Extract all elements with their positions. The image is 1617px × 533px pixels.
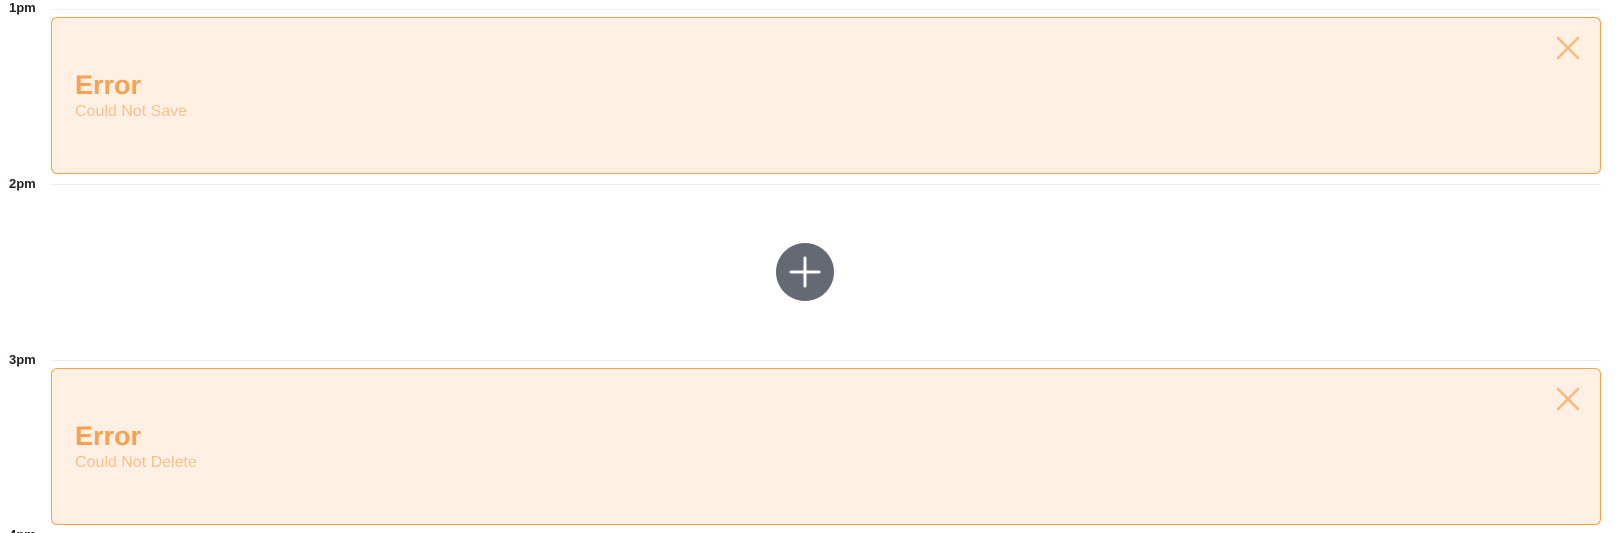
- hour-label-4pm: 4pm: [9, 528, 36, 533]
- close-icon[interactable]: [1554, 34, 1582, 62]
- hour-label-3pm: 3pm: [9, 352, 36, 367]
- event-subtitle: Could Not Delete: [75, 454, 197, 471]
- plus-icon: [789, 256, 821, 288]
- hour-label-2pm: 2pm: [9, 176, 36, 191]
- hour-label-1pm: 1pm: [9, 0, 36, 15]
- event-title: Error: [75, 70, 142, 100]
- event-title: Error: [75, 421, 142, 451]
- event-subtitle: Could Not Save: [75, 103, 188, 120]
- add-event-button[interactable]: [776, 243, 834, 301]
- hour-divider: [51, 360, 1601, 361]
- calendar-day-timeline: 1pm 2pm 3pm 4pm Error Could Not Save Err…: [0, 0, 1617, 533]
- hour-divider: [51, 184, 1601, 185]
- error-event-card[interactable]: Error Could Not Save: [51, 17, 1601, 174]
- error-event-card[interactable]: Error Could Not Delete: [51, 368, 1601, 525]
- hour-divider: [51, 9, 1601, 10]
- close-icon[interactable]: [1554, 385, 1582, 413]
